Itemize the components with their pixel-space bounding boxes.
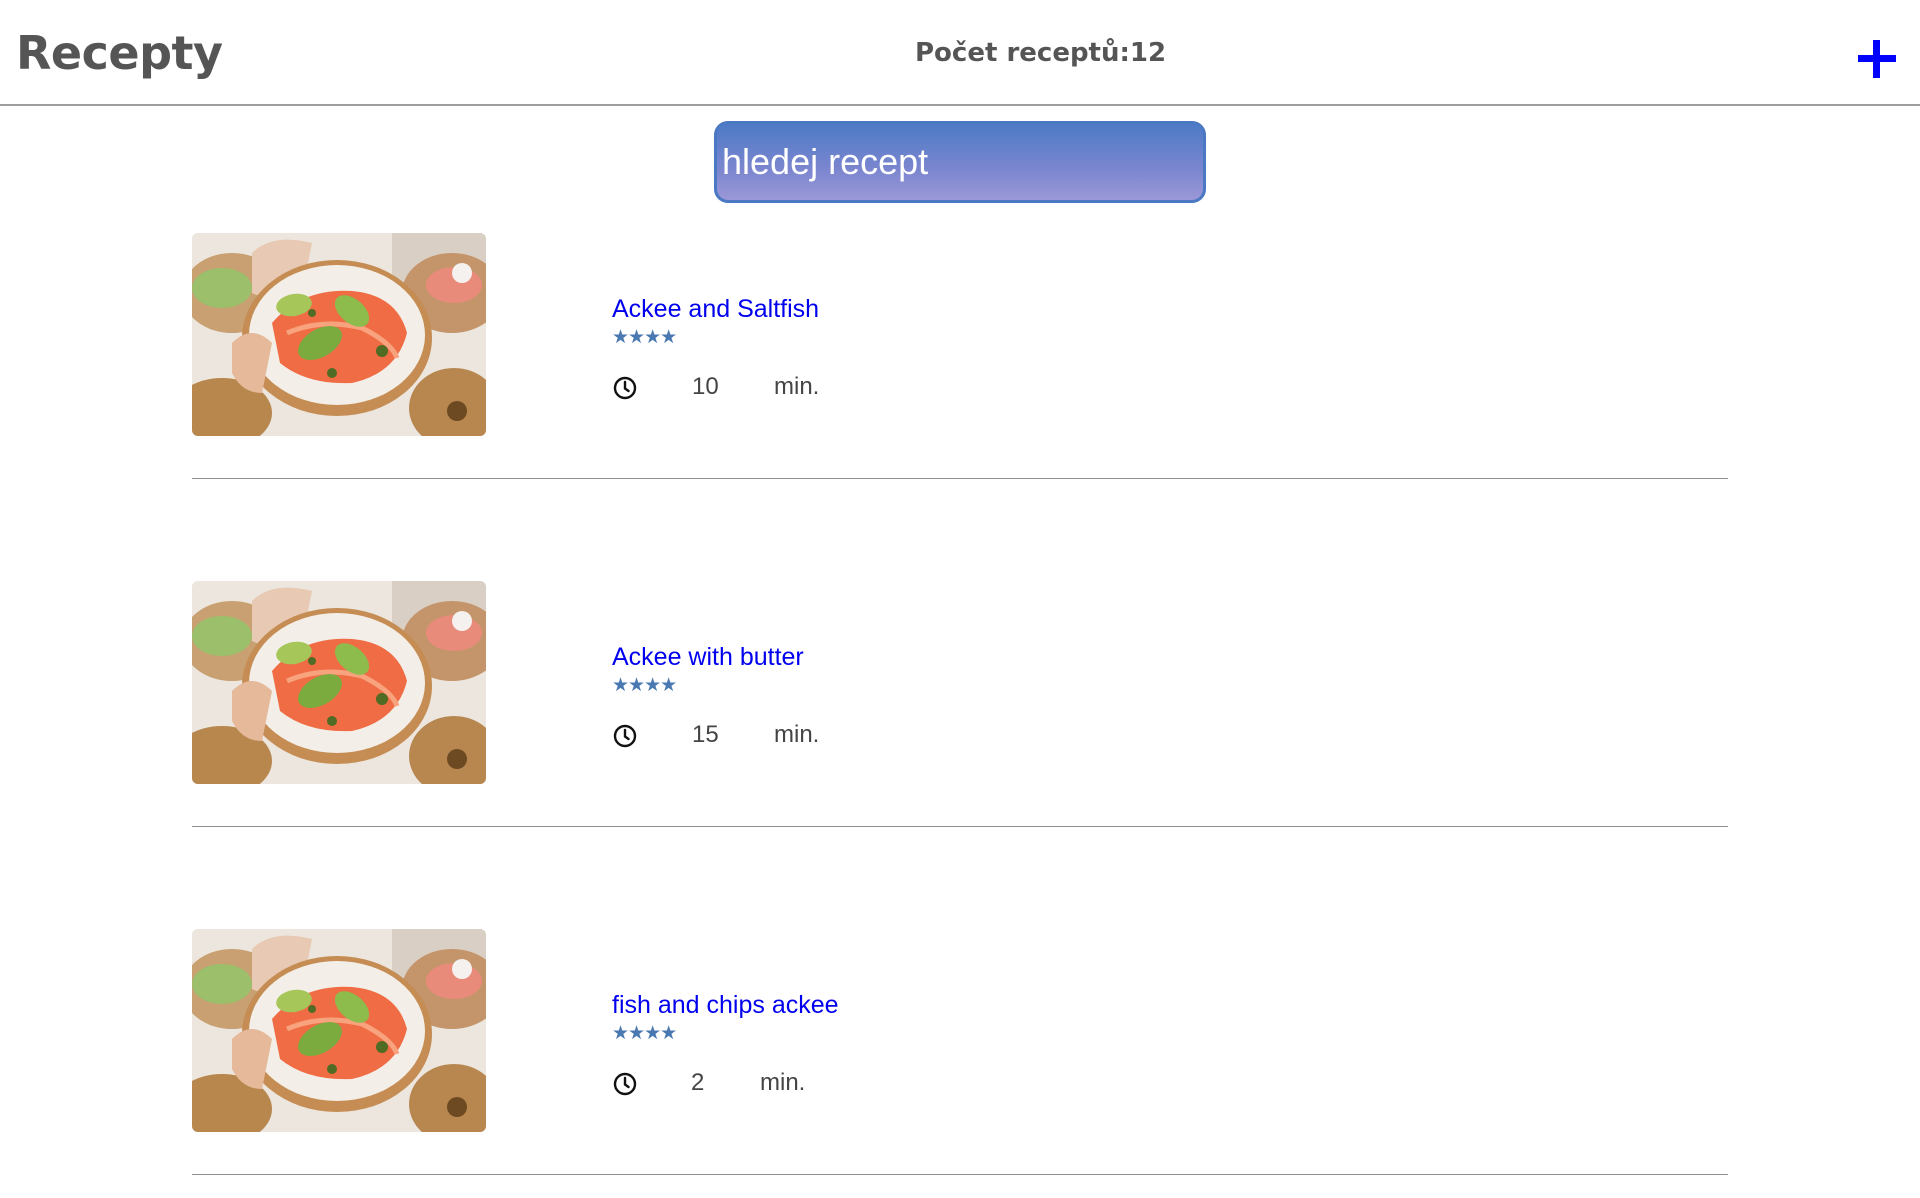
- recipe-image[interactable]: [192, 233, 486, 436]
- star-rating: ★★★★: [612, 326, 677, 348]
- recipes-page: Recepty Počet receptů:12 Ackee and Saltf…: [0, 0, 1920, 1198]
- recipe-divider: [192, 826, 1728, 827]
- recipe-name-link[interactable]: fish and chips ackee: [612, 991, 839, 1020]
- star-rating: ★★★★: [612, 1022, 677, 1044]
- recipe-name-link[interactable]: Ackee and Saltfish: [612, 295, 819, 324]
- clock-icon: [613, 724, 637, 748]
- recipe-image[interactable]: [192, 581, 486, 784]
- prep-time-value: 15: [692, 721, 719, 748]
- prep-time-value: 2: [691, 1069, 705, 1096]
- recipe-divider: [192, 478, 1728, 479]
- star-rating: ★★★★: [612, 674, 677, 696]
- clock-icon: [613, 1072, 637, 1096]
- recipe-divider: [192, 1174, 1728, 1175]
- prep-time-value: 10: [692, 373, 719, 400]
- app-header: Recepty Počet receptů:12: [0, 0, 1920, 106]
- prep-time-unit: min.: [774, 721, 820, 748]
- recipe-name-link[interactable]: Ackee with butter: [612, 643, 804, 672]
- clock-icon: [613, 376, 637, 400]
- recipe-item: fish and chips ackee ★★★★ 2 min.: [192, 929, 1728, 1175]
- prep-time-unit: min.: [760, 1069, 806, 1096]
- add-recipe-button[interactable]: [1858, 40, 1896, 78]
- prep-time-unit: min.: [774, 373, 820, 400]
- recipe-item: Ackee and Saltfish ★★★★ 10 min.: [192, 233, 1728, 479]
- search-input[interactable]: [714, 121, 1206, 203]
- recipe-item: Ackee with butter ★★★★ 15 min.: [192, 581, 1728, 827]
- app-title: Recepty: [16, 26, 223, 80]
- recipe-image[interactable]: [192, 929, 486, 1132]
- recipe-count: Počet receptů:12: [915, 38, 1167, 68]
